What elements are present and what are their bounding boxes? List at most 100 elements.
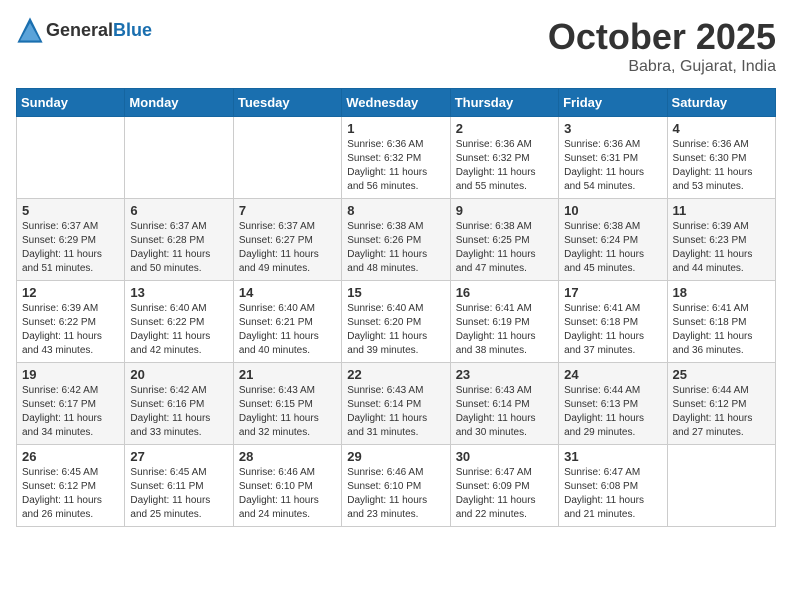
- day-info: Sunrise: 6:37 AMSunset: 6:27 PMDaylight:…: [239, 220, 336, 276]
- calendar-cell: 21Sunrise: 6:43 AMSunset: 6:15 PMDayligh…: [233, 363, 341, 445]
- weekday-header: Thursday: [450, 89, 558, 117]
- day-number: 9: [456, 203, 553, 218]
- calendar-cell: [125, 117, 233, 199]
- calendar-cell: 16Sunrise: 6:41 AMSunset: 6:19 PMDayligh…: [450, 281, 558, 363]
- page-header: GeneralBlue October 2025 Babra, Gujarat,…: [16, 16, 776, 76]
- day-info: Sunrise: 6:43 AMSunset: 6:14 PMDaylight:…: [456, 384, 553, 440]
- day-info: Sunrise: 6:46 AMSunset: 6:10 PMDaylight:…: [239, 466, 336, 522]
- day-info: Sunrise: 6:45 AMSunset: 6:12 PMDaylight:…: [22, 466, 119, 522]
- weekday-header-row: SundayMondayTuesdayWednesdayThursdayFrid…: [17, 89, 776, 117]
- day-number: 21: [239, 367, 336, 382]
- calendar-cell: 30Sunrise: 6:47 AMSunset: 6:09 PMDayligh…: [450, 445, 558, 527]
- day-info: Sunrise: 6:41 AMSunset: 6:18 PMDaylight:…: [673, 302, 770, 358]
- calendar-cell: 3 Sunrise: 6:36 AMSunset: 6:31 PMDaylight…: [559, 117, 667, 199]
- day-number: 4: [673, 121, 770, 136]
- weekday-header: Tuesday: [233, 89, 341, 117]
- day-info: Sunrise: 6:43 AMSunset: 6:14 PMDaylight:…: [347, 384, 444, 440]
- day-number: 29: [347, 449, 444, 464]
- day-info: Sunrise: 6:46 AMSunset: 6:10 PMDaylight:…: [347, 466, 444, 522]
- day-number: 13: [130, 285, 227, 300]
- calendar-week-row: 12 Sunrise: 6:39 AMSunset: 6:22 PMDayligh…: [17, 281, 776, 363]
- day-info: Sunrise: 6:36 AMSunset: 6:32 PMDaylight:…: [456, 138, 553, 194]
- calendar-cell: 26 Sunrise: 6:45 AMSunset: 6:12 PMDayligh…: [17, 445, 125, 527]
- title-block: October 2025 Babra, Gujarat, India: [548, 16, 776, 76]
- day-info: Sunrise: 6:40 AMSunset: 6:22 PMDaylight:…: [130, 302, 227, 358]
- calendar-cell: [667, 445, 775, 527]
- calendar-cell: 4Sunrise: 6:36 AMSunset: 6:30 PMDaylight…: [667, 117, 775, 199]
- day-number: 8: [347, 203, 444, 218]
- day-info: Sunrise: 6:38 AMSunset: 6:24 PMDaylight:…: [564, 220, 661, 276]
- day-number: 2: [456, 121, 553, 136]
- calendar-cell: 28Sunrise: 6:46 AMSunset: 6:10 PMDayligh…: [233, 445, 341, 527]
- calendar-table: SundayMondayTuesdayWednesdayThursdayFrid…: [16, 88, 776, 527]
- day-number: 7: [239, 203, 336, 218]
- calendar-cell: 25 Sunrise: 6:44 AMSunset: 6:12 PMDayligh…: [667, 363, 775, 445]
- calendar-cell: 1 Sunrise: 6:36 AMSunset: 6:32 PMDaylight…: [342, 117, 450, 199]
- calendar-cell: [17, 117, 125, 199]
- weekday-header: Friday: [559, 89, 667, 117]
- location: Babra, Gujarat, India: [548, 58, 776, 76]
- logo-icon: [16, 16, 44, 44]
- day-info: Sunrise: 6:36 AMSunset: 6:31 PMDaylight:…: [564, 138, 661, 194]
- calendar-cell: 24Sunrise: 6:44 AMSunset: 6:13 PMDayligh…: [559, 363, 667, 445]
- day-info: Sunrise: 6:39 AMSunset: 6:22 PMDaylight:…: [22, 302, 119, 358]
- day-info: Sunrise: 6:36 AMSunset: 6:32 PMDaylight:…: [347, 138, 444, 194]
- month-title: October 2025: [548, 16, 776, 58]
- day-number: 27: [130, 449, 227, 464]
- day-number: 3: [564, 121, 661, 136]
- calendar-cell: 17Sunrise: 6:41 AMSunset: 6:18 PMDayligh…: [559, 281, 667, 363]
- day-number: 11: [673, 203, 770, 218]
- day-info: Sunrise: 6:42 AMSunset: 6:16 PMDaylight:…: [130, 384, 227, 440]
- day-number: 5: [22, 203, 119, 218]
- day-info: Sunrise: 6:44 AMSunset: 6:12 PMDaylight:…: [673, 384, 770, 440]
- day-number: 1: [347, 121, 444, 136]
- day-info: Sunrise: 6:38 AMSunset: 6:26 PMDaylight:…: [347, 220, 444, 276]
- calendar-cell: 27 Sunrise: 6:45 AMSunset: 6:11 PMDayligh…: [125, 445, 233, 527]
- weekday-header: Saturday: [667, 89, 775, 117]
- calendar-cell: 6 Sunrise: 6:37 AMSunset: 6:28 PMDaylight…: [125, 199, 233, 281]
- calendar-cell: 29 Sunrise: 6:46 AMSunset: 6:10 PMDayligh…: [342, 445, 450, 527]
- day-number: 12: [22, 285, 119, 300]
- calendar-cell: 12 Sunrise: 6:39 AMSunset: 6:22 PMDayligh…: [17, 281, 125, 363]
- day-number: 6: [130, 203, 227, 218]
- day-number: 23: [456, 367, 553, 382]
- day-info: Sunrise: 6:37 AMSunset: 6:29 PMDaylight:…: [22, 220, 119, 276]
- weekday-header: Wednesday: [342, 89, 450, 117]
- day-number: 24: [564, 367, 661, 382]
- day-info: Sunrise: 6:37 AMSunset: 6:28 PMDaylight:…: [130, 220, 227, 276]
- weekday-header: Sunday: [17, 89, 125, 117]
- day-number: 31: [564, 449, 661, 464]
- day-number: 26: [22, 449, 119, 464]
- day-info: Sunrise: 6:40 AMSunset: 6:21 PMDaylight:…: [239, 302, 336, 358]
- logo-general-text: General: [46, 20, 113, 40]
- calendar-cell: 22 Sunrise: 6:43 AMSunset: 6:14 PMDayligh…: [342, 363, 450, 445]
- day-number: 14: [239, 285, 336, 300]
- calendar-cell: 20Sunrise: 6:42 AMSunset: 6:16 PMDayligh…: [125, 363, 233, 445]
- day-info: Sunrise: 6:39 AMSunset: 6:23 PMDaylight:…: [673, 220, 770, 276]
- calendar-week-row: 1 Sunrise: 6:36 AMSunset: 6:32 PMDaylight…: [17, 117, 776, 199]
- day-number: 18: [673, 285, 770, 300]
- calendar-cell: 13 Sunrise: 6:40 AMSunset: 6:22 PMDayligh…: [125, 281, 233, 363]
- day-number: 15: [347, 285, 444, 300]
- logo-blue-text: Blue: [113, 20, 152, 40]
- weekday-header: Monday: [125, 89, 233, 117]
- calendar-cell: 10Sunrise: 6:38 AMSunset: 6:24 PMDayligh…: [559, 199, 667, 281]
- day-number: 30: [456, 449, 553, 464]
- calendar-week-row: 5 Sunrise: 6:37 AMSunset: 6:29 PMDaylight…: [17, 199, 776, 281]
- calendar-cell: [233, 117, 341, 199]
- calendar-cell: 5 Sunrise: 6:37 AMSunset: 6:29 PMDaylight…: [17, 199, 125, 281]
- calendar-cell: 23 Sunrise: 6:43 AMSunset: 6:14 PMDayligh…: [450, 363, 558, 445]
- calendar-cell: 7 Sunrise: 6:37 AMSunset: 6:27 PMDaylight…: [233, 199, 341, 281]
- calendar-cell: 15 Sunrise: 6:40 AMSunset: 6:20 PMDayligh…: [342, 281, 450, 363]
- day-info: Sunrise: 6:47 AMSunset: 6:08 PMDaylight:…: [564, 466, 661, 522]
- day-info: Sunrise: 6:45 AMSunset: 6:11 PMDaylight:…: [130, 466, 227, 522]
- calendar-cell: 2 Sunrise: 6:36 AMSunset: 6:32 PMDaylight…: [450, 117, 558, 199]
- calendar-cell: 8 Sunrise: 6:38 AMSunset: 6:26 PMDaylight…: [342, 199, 450, 281]
- calendar-cell: 18 Sunrise: 6:41 AMSunset: 6:18 PMDayligh…: [667, 281, 775, 363]
- calendar-cell: 31 Sunrise: 6:47 AMSunset: 6:08 PMDayligh…: [559, 445, 667, 527]
- day-number: 25: [673, 367, 770, 382]
- day-number: 22: [347, 367, 444, 382]
- calendar-cell: 14 Sunrise: 6:40 AMSunset: 6:21 PMDayligh…: [233, 281, 341, 363]
- day-info: Sunrise: 6:40 AMSunset: 6:20 PMDaylight:…: [347, 302, 444, 358]
- calendar-week-row: 26 Sunrise: 6:45 AMSunset: 6:12 PMDayligh…: [17, 445, 776, 527]
